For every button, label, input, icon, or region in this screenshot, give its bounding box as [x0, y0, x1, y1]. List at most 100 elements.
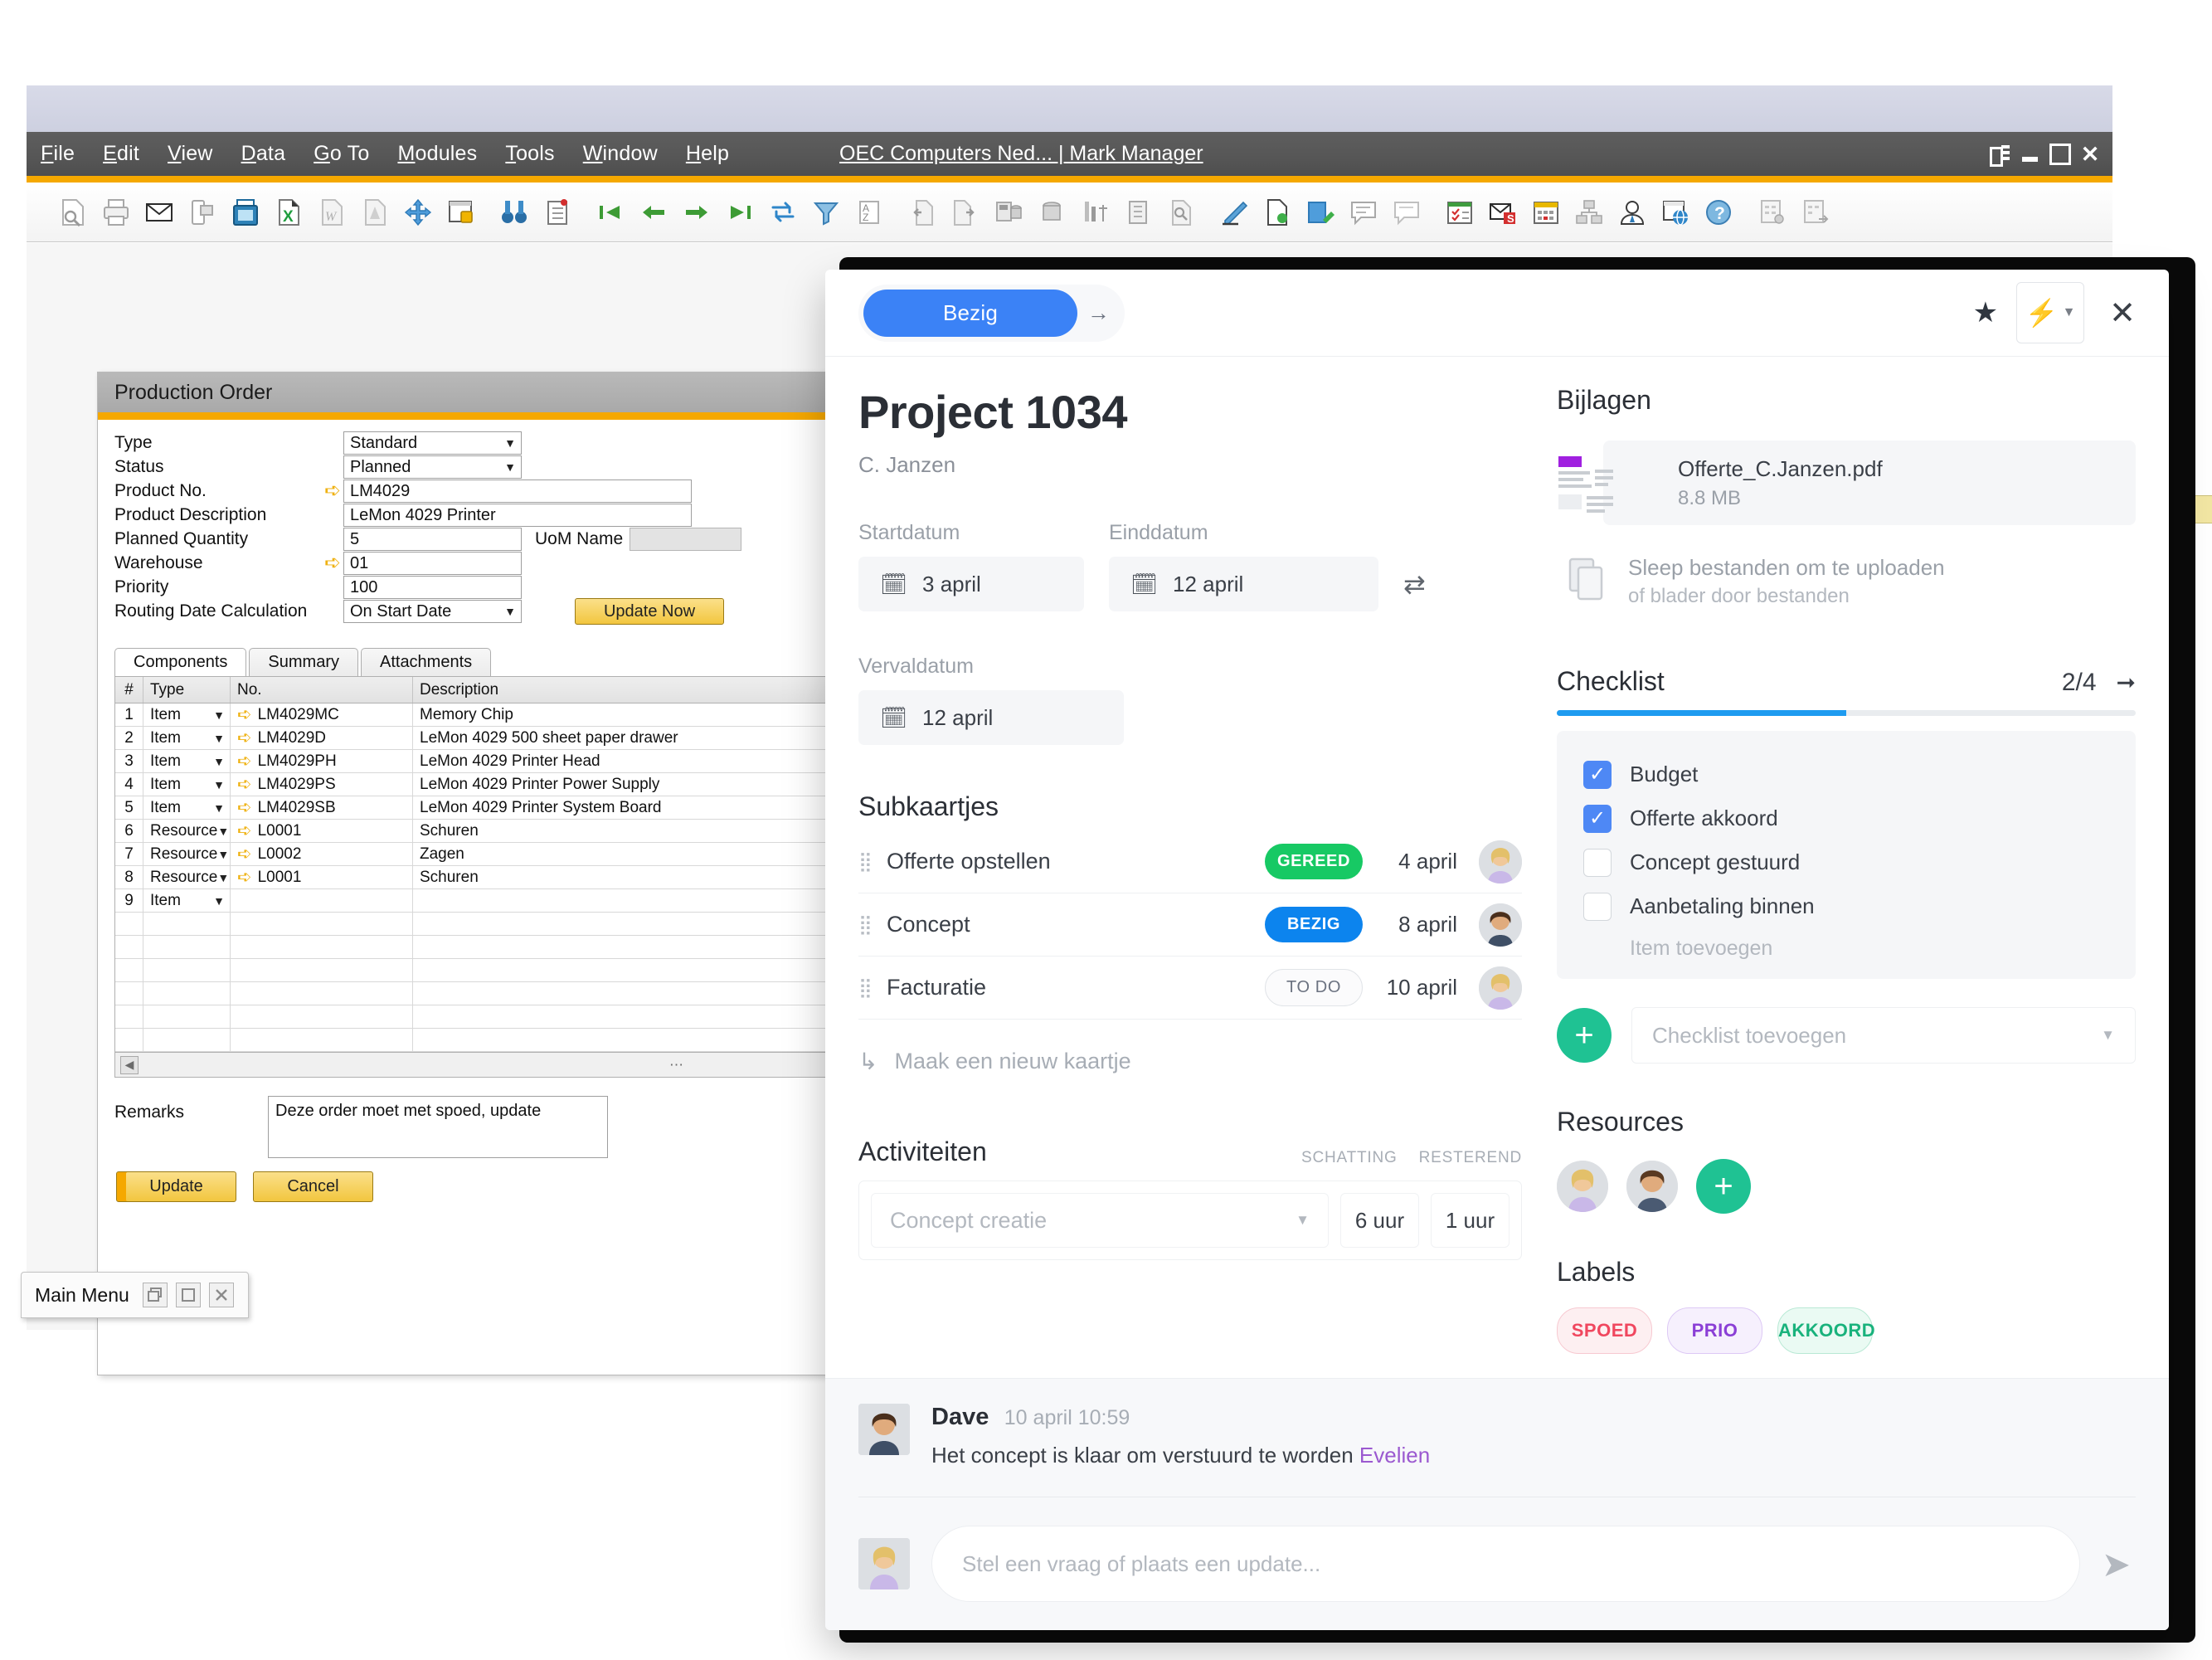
menu-item-modules[interactable]: Modules — [383, 142, 491, 166]
menu-item-help[interactable]: Help — [672, 142, 743, 166]
due-date-input[interactable]: 🗓 12 april — [858, 690, 1124, 745]
tab-components[interactable]: Components — [114, 648, 247, 676]
message-reply-icon[interactable] — [1385, 191, 1428, 234]
subcard-row[interactable]: ⣿ Offerte opstellen GEREED 4 april — [858, 830, 1522, 893]
row-no[interactable] — [231, 959, 413, 981]
email-icon[interactable] — [138, 191, 181, 234]
file-dropzone[interactable]: Sleep bestanden om te uploaden of blader… — [1557, 555, 2136, 608]
payment-means-icon[interactable] — [987, 191, 1030, 234]
menu-item-window[interactable]: Window — [569, 142, 672, 166]
previous-record-icon[interactable] — [632, 191, 675, 234]
status-badge[interactable]: BEZIG — [1265, 907, 1363, 942]
status-badge[interactable]: GEREED — [1265, 844, 1363, 879]
checklist-next-arrow-icon[interactable]: ➞ — [2117, 669, 2136, 696]
report-settings-icon[interactable] — [1750, 191, 1793, 234]
copy-from-icon[interactable] — [901, 191, 944, 234]
tab-attachments[interactable]: Attachments — [360, 648, 492, 676]
link-arrow-icon[interactable]: ➪ — [237, 728, 252, 748]
chevron-down-icon[interactable]: ▼ — [504, 605, 516, 618]
avatar[interactable] — [1479, 903, 1522, 947]
checklist-item[interactable]: Offerte akkoord — [1583, 796, 2109, 840]
menu-item-edit[interactable]: Edit — [89, 142, 153, 166]
add-resource-button[interactable]: + — [1696, 1159, 1751, 1214]
avatar[interactable] — [1479, 966, 1522, 1010]
row-type[interactable] — [143, 913, 231, 935]
quick-actions-button[interactable]: ⚡ ▼ — [2016, 282, 2085, 343]
row-no[interactable] — [231, 913, 413, 935]
chevron-down-icon[interactable]: ▼ — [504, 436, 516, 450]
row-no[interactable]: ➪ LM4029SB — [231, 796, 413, 819]
cascade-icon[interactable] — [1990, 144, 2011, 167]
chevron-down-icon[interactable]: ▼ — [217, 848, 229, 861]
checkbox[interactable] — [1583, 848, 1612, 877]
sms-icon[interactable] — [181, 191, 224, 234]
cash-icon[interactable] — [1030, 191, 1073, 234]
export-pdf-icon[interactable] — [353, 191, 396, 234]
subcard-row[interactable]: ⣿ Facturatie TO DO 10 april — [858, 957, 1522, 1020]
status-badge[interactable]: TO DO — [1265, 969, 1363, 1006]
row-no[interactable]: ➪ L0001 — [231, 866, 413, 888]
chevron-down-icon[interactable]: ▼ — [213, 732, 225, 745]
fax-icon[interactable] — [224, 191, 267, 234]
link-arrow-icon[interactable]: ➪ — [237, 867, 252, 888]
create-new-card-button[interactable]: ↳ Maak een nieuw kaartje — [858, 1048, 1522, 1075]
avatar[interactable] — [1557, 1161, 1608, 1212]
menu-item-goto[interactable]: Go To — [299, 142, 383, 166]
chevron-down-icon[interactable]: ▼ — [213, 778, 225, 791]
link-arrow-icon[interactable]: ➪ — [237, 820, 252, 841]
activity-select[interactable]: Concept creatie ▼ — [871, 1193, 1329, 1248]
print-preview-icon[interactable] — [51, 191, 95, 234]
avatar[interactable] — [1479, 840, 1522, 884]
row-no[interactable]: ➪ LM4029MC — [231, 703, 413, 726]
link-arrow-icon[interactable]: ➪ — [237, 797, 252, 818]
add-checklist-select[interactable]: Checklist toevoegen ▼ — [1631, 1007, 2136, 1064]
tab-summary[interactable]: Summary — [249, 648, 358, 676]
lock-window-icon[interactable] — [440, 191, 483, 234]
input-product-description[interactable]: LeMon 4029 Printer — [343, 504, 692, 527]
chevron-down-icon[interactable]: ▼ — [213, 755, 225, 768]
restore-icon[interactable] — [142, 1283, 168, 1307]
cancel-button[interactable]: Cancel — [253, 1171, 373, 1202]
row-no[interactable] — [231, 1029, 413, 1051]
input-type[interactable]: Standard ▼ — [343, 431, 522, 455]
row-type[interactable] — [143, 959, 231, 981]
row-no[interactable]: ➪ LM4029PH — [231, 750, 413, 772]
link-arrow-icon[interactable]: ➪ — [237, 844, 252, 864]
link-arrow-icon[interactable]: ➪ — [237, 751, 252, 772]
subcard-row[interactable]: ⣿ Concept BEZIG 8 april — [858, 893, 1522, 957]
org-chart-icon[interactable] — [1568, 191, 1611, 234]
attachment-card[interactable]: Offerte_C.Janzen.pdf 8.8 MB — [1603, 441, 2136, 525]
export-excel-icon[interactable]: X — [267, 191, 310, 234]
row-no[interactable]: ➪ LM4029D — [231, 727, 413, 749]
browser-globe-icon[interactable] — [1654, 191, 1697, 234]
row-no[interactable] — [231, 936, 413, 958]
close-icon[interactable]: ✕ — [2079, 143, 2101, 165]
row-type[interactable] — [143, 1005, 231, 1028]
end-date-input[interactable]: 🗓 12 april — [1109, 557, 1378, 611]
minimize-icon[interactable] — [2020, 144, 2041, 165]
close-modal-icon[interactable]: ✕ — [2109, 295, 2136, 332]
input-priority[interactable]: 100 — [343, 576, 522, 599]
checkbox[interactable] — [1583, 804, 1612, 833]
input-product-no[interactable]: LM4029 — [343, 480, 692, 503]
row-type[interactable]: Item ▼ — [143, 750, 231, 772]
label-chip[interactable]: PRIO — [1667, 1307, 1762, 1354]
row-no[interactable] — [231, 889, 413, 912]
move-icon[interactable] — [396, 191, 440, 234]
chevron-down-icon[interactable]: ▼ — [217, 825, 229, 838]
checklist-item[interactable]: Concept gestuurd — [1583, 840, 2109, 884]
avatar[interactable] — [1626, 1161, 1678, 1212]
drag-handle-icon[interactable]: ⣿ — [858, 915, 887, 934]
comment-mention[interactable]: Evelien — [1359, 1443, 1430, 1468]
chevron-down-icon[interactable]: ▼ — [504, 460, 516, 474]
maximize-icon[interactable] — [175, 1283, 201, 1307]
chevron-down-icon[interactable]: ▼ — [213, 801, 225, 815]
link-arrow-icon[interactable]: ➪ — [322, 481, 343, 501]
row-type[interactable] — [143, 982, 231, 1005]
user-icon[interactable] — [1611, 191, 1654, 234]
row-no[interactable] — [231, 1005, 413, 1028]
find-icon[interactable] — [493, 191, 536, 234]
export-word-icon[interactable]: W — [310, 191, 353, 234]
update-button[interactable]: Update — [116, 1171, 236, 1202]
gross-profit-icon[interactable] — [1073, 191, 1116, 234]
